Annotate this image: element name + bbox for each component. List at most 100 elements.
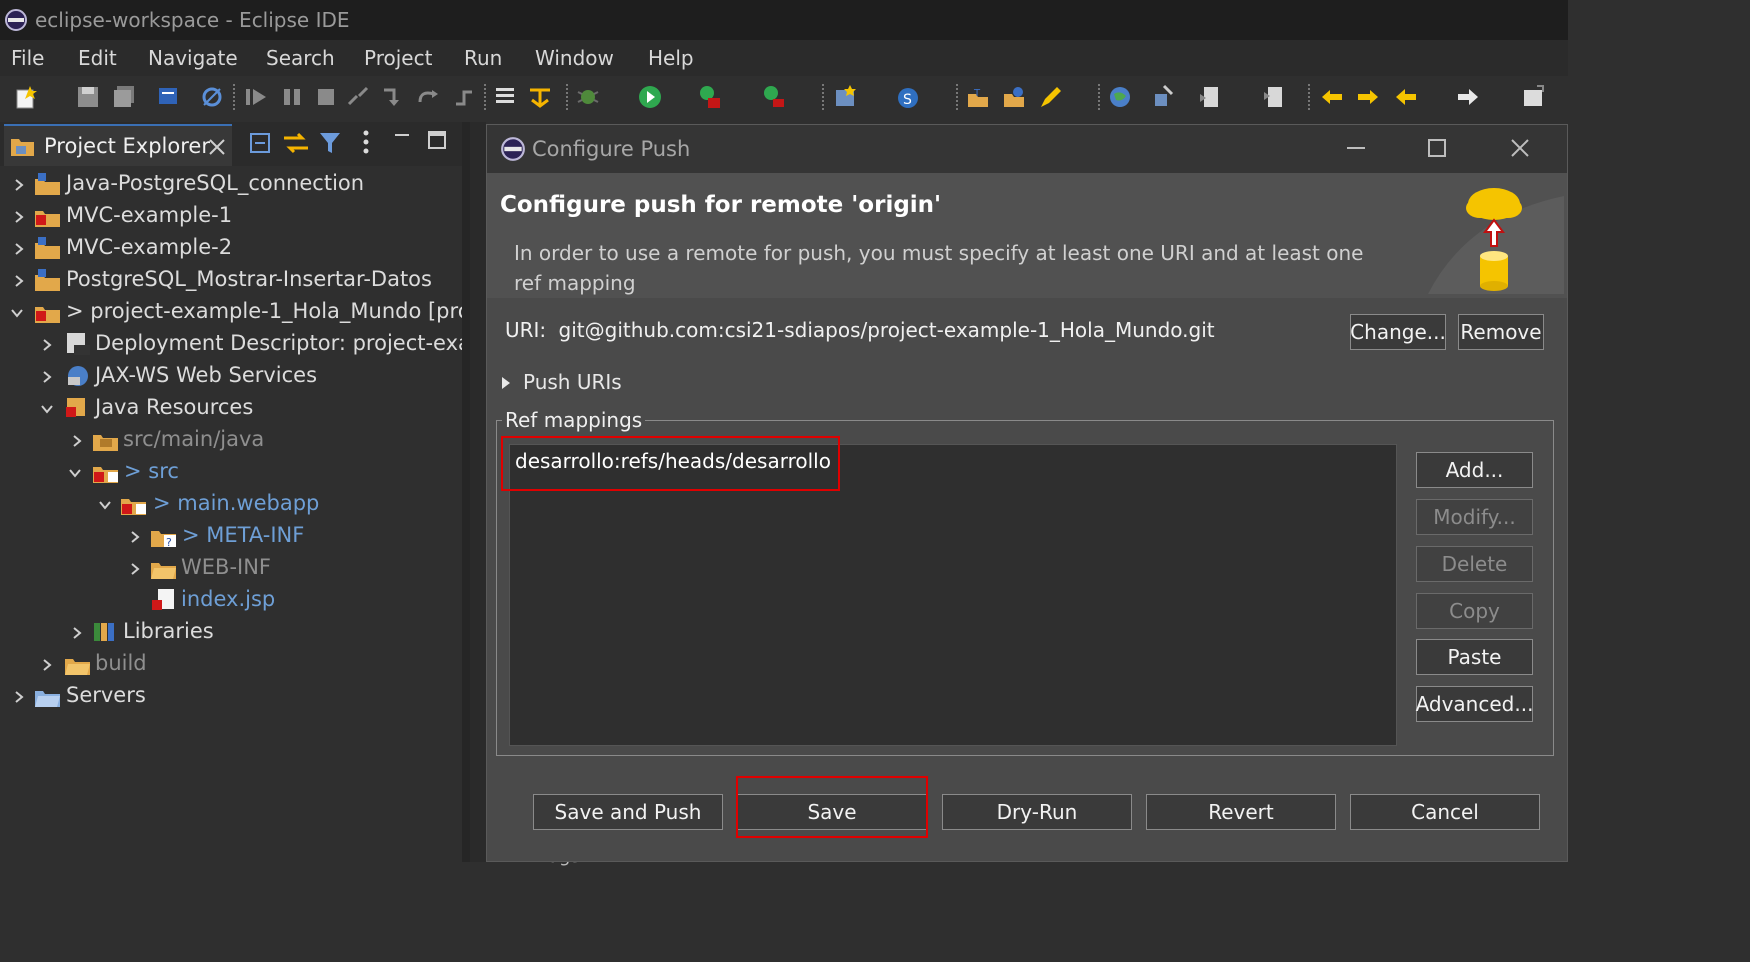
revert-button[interactable]: Revert	[1146, 794, 1336, 830]
external-tools-icon[interactable]	[762, 84, 786, 110]
chevron-down-icon[interactable]	[10, 306, 24, 320]
menu-edit[interactable]: Edit	[78, 46, 117, 70]
chevron-right-icon[interactable]	[12, 274, 26, 288]
project-explorer-icon	[11, 139, 34, 156]
open-task-icon[interactable]	[1002, 84, 1026, 110]
new-server-icon[interactable]	[834, 84, 858, 110]
suspend-icon[interactable]	[280, 84, 304, 110]
folder-unknown-icon: ?	[151, 531, 176, 549]
menu-search[interactable]: Search	[266, 46, 335, 70]
step-over-icon[interactable]	[416, 84, 440, 110]
save-and-push-button[interactable]: Save and Push	[533, 794, 723, 830]
view-sash[interactable]	[462, 122, 470, 862]
pen-icon[interactable]	[1038, 84, 1062, 110]
push-uris-label: Push URIs	[523, 370, 622, 394]
chevron-right-icon[interactable]	[12, 178, 26, 192]
dialog-title: Configure Push	[532, 137, 691, 161]
add-mapping-button[interactable]: Add...	[1416, 452, 1533, 488]
collapse-all-icon[interactable]	[248, 130, 274, 156]
chevron-down-icon[interactable]	[98, 498, 112, 512]
previous-annotation-icon[interactable]	[1262, 84, 1286, 110]
view-menu-icon[interactable]	[360, 128, 372, 156]
chevron-right-icon[interactable]	[12, 690, 26, 704]
open-type-icon[interactable]: T	[966, 84, 990, 110]
step-return-icon[interactable]	[452, 84, 476, 110]
back-icon[interactable]	[1394, 84, 1418, 110]
new-service-icon[interactable]: S	[896, 84, 920, 110]
resume-icon[interactable]	[244, 84, 268, 110]
close-icon[interactable]	[208, 138, 226, 156]
menu-project[interactable]: Project	[364, 46, 432, 70]
chevron-right-icon[interactable]	[128, 562, 142, 576]
toolbar-separator	[1308, 84, 1312, 110]
disconnect-icon[interactable]	[346, 84, 370, 110]
tree-item-label: > main.webapp	[153, 491, 320, 515]
run-on-server-icon[interactable]	[698, 84, 722, 110]
paste-mapping-button[interactable]: Paste	[1416, 639, 1533, 675]
globe-icon[interactable]	[1108, 84, 1132, 110]
chevron-right-icon[interactable]	[128, 530, 142, 544]
save-all-icon[interactable]	[112, 84, 136, 110]
chevron-right-icon[interactable]	[70, 626, 84, 640]
chevron-right-icon[interactable]	[40, 370, 54, 384]
chevron-right-icon[interactable]	[40, 338, 54, 352]
maximize-icon[interactable]	[1427, 138, 1447, 158]
chevron-down-icon[interactable]	[68, 466, 82, 480]
save-icon[interactable]	[76, 84, 100, 110]
menu-navigate[interactable]: Navigate	[148, 46, 238, 70]
delete-mapping-button[interactable]: Delete	[1416, 546, 1533, 582]
filter-icon[interactable]	[318, 130, 342, 156]
last-edit-location-icon[interactable]	[1320, 84, 1344, 110]
use-step-filters-icon[interactable]	[528, 84, 552, 110]
tree-item-label: src/main/java	[123, 427, 265, 451]
toolbar-separator	[566, 84, 570, 110]
chevron-right-icon[interactable]	[500, 376, 512, 390]
dialog-heading: Configure push for remote 'origin'	[500, 192, 942, 218]
push-uris-section-toggle[interactable]: Push URIs	[500, 370, 622, 394]
project-icon	[35, 173, 60, 195]
svg-text:S: S	[903, 92, 912, 108]
run-icon[interactable]	[638, 84, 662, 110]
dry-run-button[interactable]: Dry-Run	[942, 794, 1132, 830]
maximize-view-icon[interactable]	[427, 130, 447, 150]
open-console-icon[interactable]	[156, 84, 180, 110]
step-into-icon[interactable]	[380, 84, 404, 110]
toolbar-separator	[822, 84, 826, 110]
menu-file[interactable]: File	[11, 46, 44, 70]
chevron-down-icon[interactable]	[40, 402, 54, 416]
team-sync-icon[interactable]	[1152, 84, 1176, 110]
uri-label: URI:	[505, 318, 547, 342]
minimize-view-icon[interactable]	[393, 128, 411, 146]
chevron-right-icon[interactable]	[70, 434, 84, 448]
remove-uri-button[interactable]: Remove	[1458, 314, 1544, 350]
modify-mapping-button[interactable]: Modify...	[1416, 499, 1533, 535]
open-perspective-icon[interactable]	[1522, 84, 1546, 110]
chevron-right-icon[interactable]	[12, 242, 26, 256]
libraries-icon	[94, 623, 114, 641]
copy-mapping-button[interactable]: Copy	[1416, 593, 1533, 629]
debug-icon[interactable]	[576, 84, 600, 110]
chevron-right-icon[interactable]	[12, 210, 26, 224]
menu-run[interactable]: Run	[464, 46, 502, 70]
link-with-editor-icon[interactable]	[282, 130, 310, 156]
drop-to-frame-icon[interactable]	[494, 84, 518, 110]
eclipse-logo-icon	[5, 9, 27, 31]
tree-item-label: > META-INF	[182, 523, 305, 547]
close-icon[interactable]	[1510, 138, 1530, 158]
skip-breakpoints-icon[interactable]	[200, 84, 224, 110]
forward-icon[interactable]	[1456, 84, 1480, 110]
change-uri-button[interactable]: Change...	[1350, 314, 1446, 350]
new-icon[interactable]	[14, 84, 38, 110]
tree-item-label: WEB-INF	[181, 555, 271, 579]
advanced-mapping-button[interactable]: Advanced...	[1416, 686, 1533, 722]
web-services-icon	[68, 366, 88, 386]
forward-edit-icon[interactable]	[1356, 84, 1380, 110]
window-title: eclipse-workspace - Eclipse IDE	[35, 8, 350, 32]
next-annotation-icon[interactable]	[1198, 84, 1222, 110]
terminate-icon[interactable]	[314, 84, 338, 110]
menu-help[interactable]: Help	[648, 46, 694, 70]
menu-window[interactable]: Window	[535, 46, 614, 70]
cancel-button[interactable]: Cancel	[1350, 794, 1540, 830]
chevron-right-icon[interactable]	[40, 658, 54, 672]
minimize-icon[interactable]	[1346, 138, 1366, 158]
